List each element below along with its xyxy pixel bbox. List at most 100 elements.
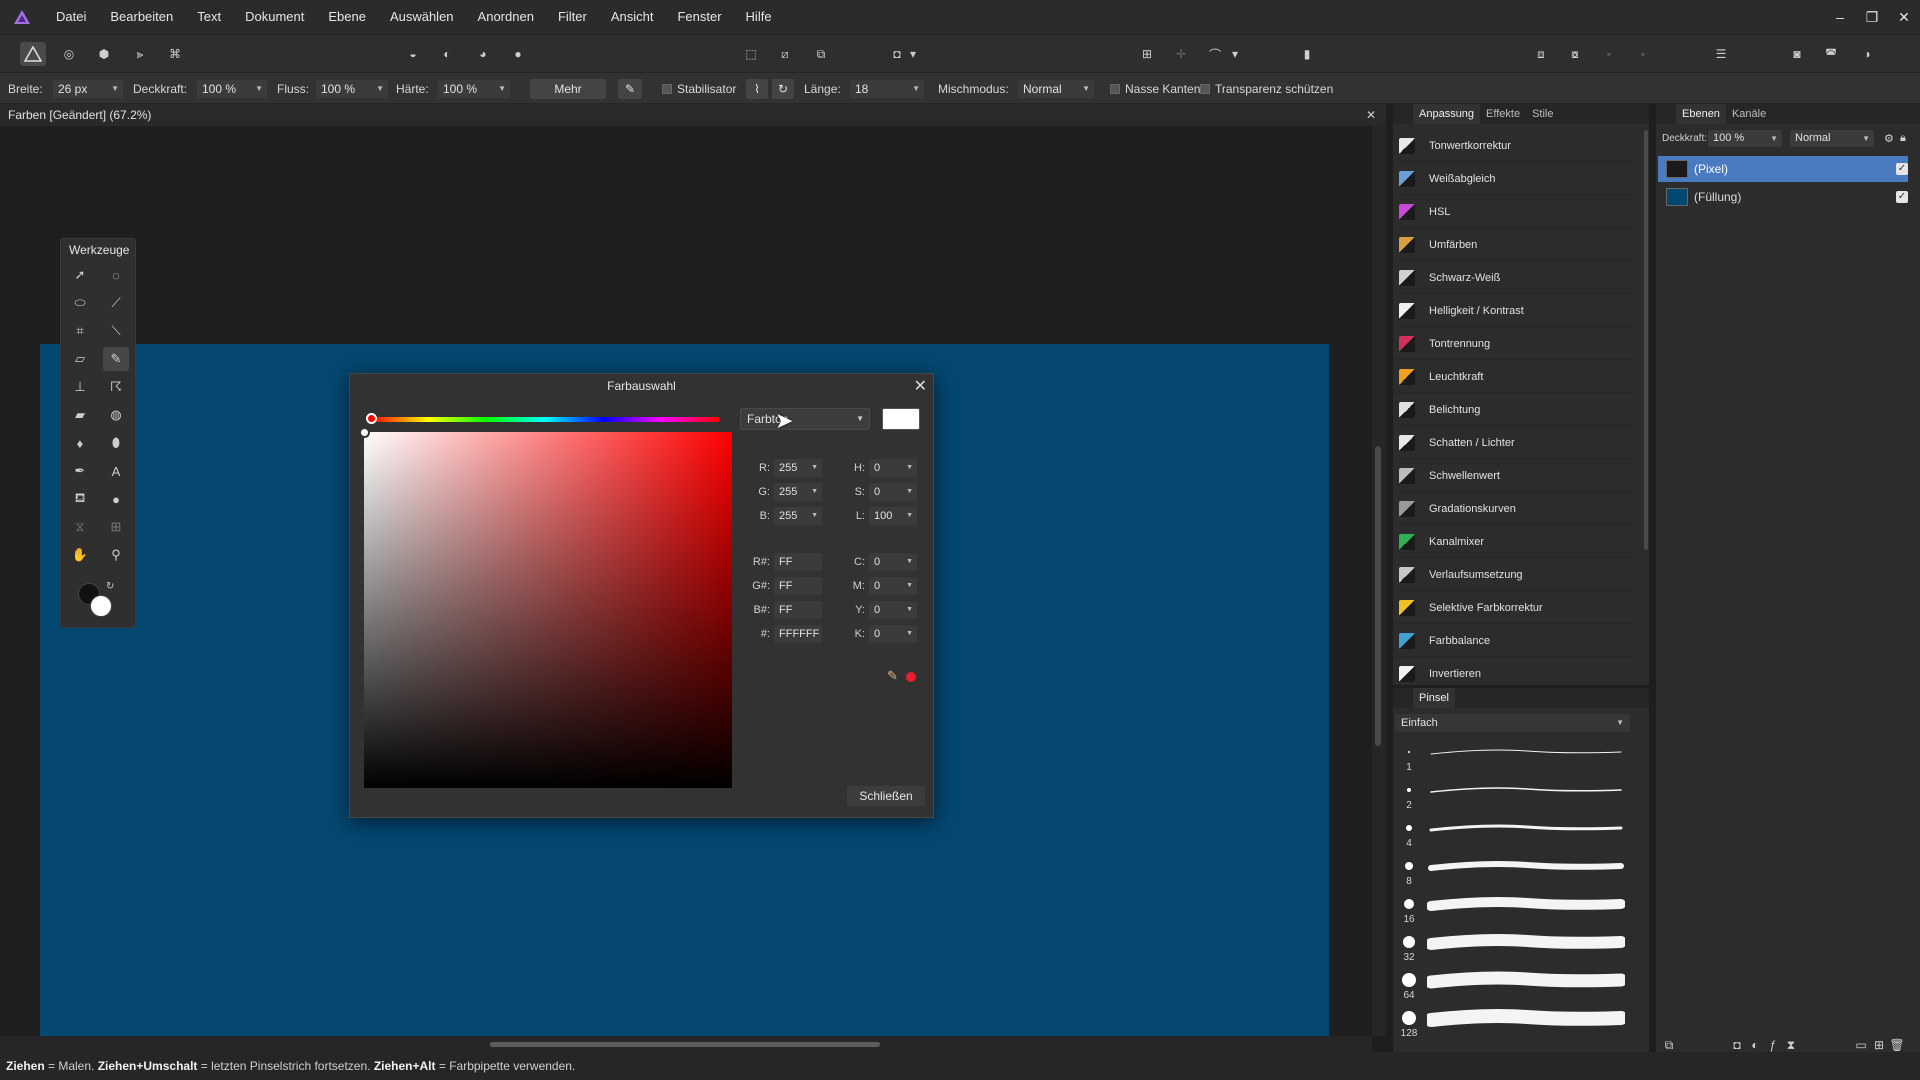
- stabilizer-checkbox[interactable]: [662, 84, 672, 94]
- freehand-selection-icon[interactable]: ◌: [103, 263, 129, 287]
- app-logo-icon[interactable]: [0, 0, 44, 34]
- vertical-scrollbar[interactable]: [1372, 126, 1386, 1036]
- s-field[interactable]: 0 ▼: [869, 483, 917, 501]
- adjustment-item[interactable]: Tonwertkorrektur: [1393, 130, 1637, 162]
- adjustment-item[interactable]: HSL: [1393, 196, 1637, 228]
- boolean-subtract-icon[interactable]: ◚: [1818, 42, 1844, 66]
- align-icon[interactable]: ☰: [1708, 42, 1734, 66]
- arrange-top-icon[interactable]: ▪: [1630, 42, 1656, 66]
- chevron-down-icon[interactable]: ▾: [906, 42, 920, 66]
- tab-stile[interactable]: Stile: [1526, 104, 1559, 124]
- opacity-field[interactable]: 100 % ▼: [197, 80, 267, 98]
- minimize-button[interactable]: –: [1824, 9, 1856, 25]
- color-box-handle[interactable]: [359, 427, 370, 438]
- brush-item[interactable]: 16: [1393, 892, 1637, 930]
- menu-bearbeiten[interactable]: Bearbeiten: [98, 0, 185, 34]
- k-field[interactable]: 0 ▼: [869, 625, 917, 643]
- menu-anordnen[interactable]: Anordnen: [466, 0, 546, 34]
- menu-dokument[interactable]: Dokument: [233, 0, 316, 34]
- layer-blend-select[interactable]: Normal ▼: [1790, 130, 1874, 147]
- arrange-front-icon[interactable]: ▪: [1596, 42, 1622, 66]
- pressure-icon[interactable]: ✎: [618, 79, 642, 99]
- snap-icon[interactable]: ✛: [1168, 42, 1194, 66]
- adjustment-item[interactable]: Invertieren: [1393, 658, 1637, 690]
- pen-tool-icon[interactable]: ✒: [67, 459, 93, 483]
- saturation-lightness-box[interactable]: [364, 432, 732, 788]
- eyedropper-icon[interactable]: ✎: [887, 668, 898, 684]
- smudge-tool-icon[interactable]: ☈: [103, 375, 129, 399]
- window-mode-icon[interactable]: ↻: [772, 79, 794, 99]
- clone-stamp-icon[interactable]: ⊥: [67, 375, 93, 399]
- b-field[interactable]: 255 ▼: [774, 507, 822, 525]
- brush-item[interactable]: 32: [1393, 930, 1637, 968]
- blur-tool-icon[interactable]: ⬮: [103, 431, 129, 455]
- menu-text[interactable]: Text: [185, 0, 233, 34]
- close-button[interactable]: Schließen: [847, 786, 925, 806]
- auto-levels-icon[interactable]: ◒: [400, 42, 426, 66]
- l-field[interactable]: 100 ▼: [869, 507, 917, 525]
- brush-item[interactable]: 1: [1393, 740, 1637, 778]
- m-field[interactable]: 0 ▼: [869, 577, 917, 595]
- adjustment-item[interactable]: Schatten / Lichter: [1393, 427, 1637, 459]
- color-model-select[interactable]: Farbton ▼: [740, 408, 870, 430]
- layer-visibility-checkbox[interactable]: ✓: [1896, 191, 1908, 203]
- brush-category-select[interactable]: Einfach ▼: [1395, 714, 1630, 732]
- adjustment-item[interactable]: Tontrennung: [1393, 328, 1637, 360]
- liquify-persona-icon[interactable]: ◎: [56, 42, 82, 66]
- invert-selection-icon[interactable]: ⧉: [808, 42, 834, 66]
- hue-slider-handle[interactable]: [366, 413, 377, 424]
- close-window-button[interactable]: ✕: [1888, 9, 1920, 26]
- red-eye-tool-icon[interactable]: ◍: [103, 403, 129, 427]
- layer-row[interactable]: (Füllung) ✓: [1658, 184, 1908, 210]
- adjustment-item[interactable]: Weißabgleich: [1393, 163, 1637, 195]
- grid-icon[interactable]: ⊞: [1134, 42, 1160, 66]
- auto-color-icon[interactable]: ◕: [470, 42, 496, 66]
- document-tab[interactable]: Farben [Geändert] (67.2%) ✕: [0, 104, 1386, 126]
- protect-alpha-checkbox[interactable]: [1200, 84, 1210, 94]
- develop-persona-icon[interactable]: ⬢: [91, 42, 117, 66]
- adjustments-scrollbar[interactable]: [1644, 130, 1648, 682]
- menu-auswaehlen[interactable]: Auswählen: [378, 0, 466, 34]
- r-field[interactable]: 255 ▼: [774, 459, 822, 477]
- y-field[interactable]: 0 ▼: [869, 601, 917, 619]
- adjustment-item[interactable]: Verlaufsumsetzung: [1393, 559, 1637, 591]
- paint-brush-icon[interactable]: ✎: [103, 347, 129, 371]
- boolean-add-icon[interactable]: ◙: [1784, 42, 1810, 66]
- wet-edges-checkbox[interactable]: [1110, 84, 1120, 94]
- menu-filter[interactable]: Filter: [546, 0, 599, 34]
- perspective-tool-icon[interactable]: ⊞: [103, 515, 129, 539]
- boolean-intersect-icon[interactable]: ◑: [1854, 42, 1880, 66]
- ellipse-selection-icon[interactable]: ⬭: [67, 291, 93, 315]
- protect-alpha-toggle[interactable]: Transparenz schützen: [1200, 73, 1333, 105]
- move-tool-icon[interactable]: ➚: [67, 263, 93, 287]
- adjustment-item[interactable]: Umfärben: [1393, 229, 1637, 261]
- adjustments-scroll-thumb[interactable]: [1644, 130, 1648, 550]
- g-field[interactable]: 255 ▼: [774, 483, 822, 501]
- hex-field[interactable]: FFFFFF: [774, 625, 822, 643]
- brush-item[interactable]: 4: [1393, 816, 1637, 854]
- hand-tool-icon[interactable]: ✋: [67, 543, 93, 567]
- mesh-warp-icon[interactable]: ⧖: [67, 515, 93, 539]
- dodge-tool-icon[interactable]: ♦: [67, 431, 93, 455]
- adjustment-item[interactable]: Helligkeit / Kontrast: [1393, 295, 1637, 327]
- vertical-scroll-thumb[interactable]: [1375, 446, 1381, 746]
- menu-datei[interactable]: Datei: [44, 0, 98, 34]
- tab-pinsel[interactable]: Pinsel: [1413, 688, 1455, 708]
- menu-hilfe[interactable]: Hilfe: [734, 0, 784, 34]
- h-field[interactable]: 0 ▼: [869, 459, 917, 477]
- secondary-color-swatch[interactable]: [90, 595, 112, 617]
- auto-white-balance-icon[interactable]: ●: [505, 42, 531, 66]
- gear-icon[interactable]: ⚙: [1884, 132, 1894, 145]
- width-field[interactable]: 26 px ▼: [53, 80, 123, 98]
- tab-effekte[interactable]: Effekte: [1480, 104, 1526, 124]
- b-hex-field[interactable]: FF: [774, 601, 822, 619]
- zoom-tool-icon[interactable]: ⚲: [103, 543, 129, 567]
- selection-brush-icon[interactable]: ⟋: [103, 291, 129, 315]
- hue-slider[interactable]: [370, 417, 720, 422]
- more-button[interactable]: Mehr: [530, 79, 606, 99]
- lock-icon[interactable]: 🔒︎: [1900, 132, 1906, 145]
- adjustment-item[interactable]: Belichtung: [1393, 394, 1637, 426]
- text-tool-icon[interactable]: A: [103, 459, 129, 483]
- blend-mode-select[interactable]: Normal ▼: [1018, 80, 1094, 98]
- brush-item[interactable]: 128: [1393, 1006, 1637, 1044]
